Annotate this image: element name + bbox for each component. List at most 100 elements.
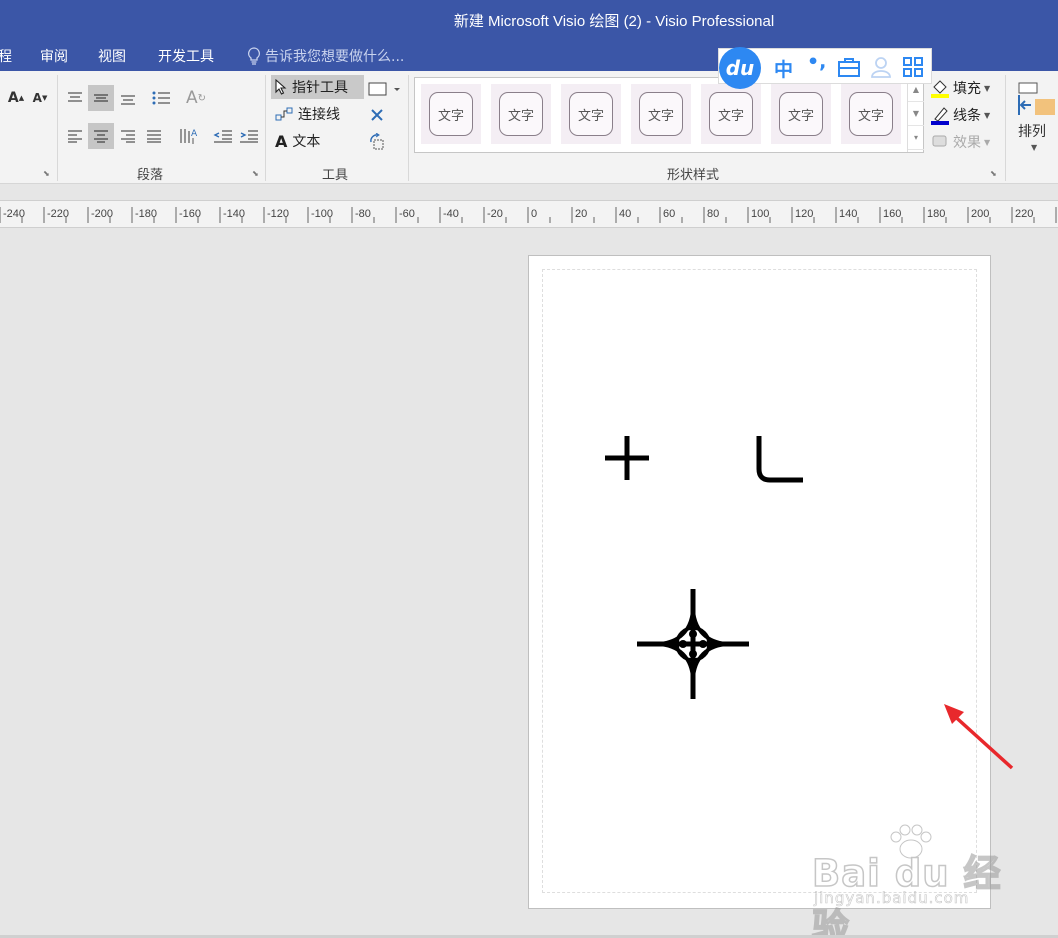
ruler-tick-label: -40 bbox=[443, 208, 459, 220]
ruler-tick-label: 220 bbox=[1015, 208, 1033, 220]
gallery-more-icon[interactable]: ▾ bbox=[908, 126, 924, 150]
align-right-icon[interactable] bbox=[116, 123, 140, 149]
align-left-icon[interactable] bbox=[63, 123, 87, 149]
watermark-url: jingyan.baidu.com bbox=[814, 889, 970, 908]
ruler-tick-label: 80 bbox=[707, 208, 719, 220]
arrange-label[interactable]: 排列 bbox=[1018, 121, 1046, 141]
separator bbox=[57, 75, 58, 181]
pen-icon bbox=[931, 107, 949, 125]
text-tool-label: 文本 bbox=[292, 134, 321, 150]
rectangle-shape-dropdown[interactable] bbox=[366, 79, 402, 99]
ruler-tick-label: -220 bbox=[47, 208, 69, 220]
cross-shape[interactable] bbox=[603, 434, 651, 482]
line-label: 线条 bbox=[953, 108, 981, 124]
text-direction-icon[interactable]: A ↻ bbox=[183, 85, 209, 111]
ruler-tick-label: 20 bbox=[575, 208, 587, 220]
menu-tab-developer[interactable]: 开发工具 bbox=[158, 46, 214, 66]
effects-button[interactable]: 效果 ▼ bbox=[930, 132, 990, 152]
connector-label: 连接线 bbox=[298, 107, 340, 123]
chinese-mode-icon[interactable]: 中 bbox=[774, 55, 793, 82]
shape-style-2[interactable]: 文字 bbox=[491, 84, 551, 144]
text-tool-button[interactable]: A 文本 bbox=[271, 129, 324, 153]
style-preview: 文字 bbox=[709, 92, 753, 136]
increase-indent-icon[interactable] bbox=[236, 123, 262, 149]
shape-styles-dialog-launcher[interactable]: ⬊ bbox=[990, 169, 997, 178]
group-label-paragraph: 段落 bbox=[137, 168, 164, 183]
ruler-tick-label: -240 bbox=[3, 208, 25, 220]
shape-style-7[interactable]: 文字 bbox=[841, 84, 901, 144]
gallery-scroll[interactable]: ▲ ▼ ▾ bbox=[907, 78, 924, 152]
page-margin-guide bbox=[542, 269, 977, 893]
user-icon[interactable] bbox=[871, 56, 891, 78]
baidu-watermark: Bai du 经验 jingyan.baidu.com bbox=[811, 823, 1002, 938]
style-preview: 文字 bbox=[849, 92, 893, 136]
gallery-down-icon[interactable]: ▼ bbox=[908, 102, 924, 126]
justify-icon[interactable] bbox=[142, 123, 166, 149]
shrink-font-icon[interactable]: A ▼ bbox=[30, 87, 50, 109]
align-top-icon[interactable] bbox=[63, 85, 87, 111]
decrease-indent-icon[interactable] bbox=[210, 123, 236, 149]
paint-bucket-icon bbox=[931, 80, 949, 98]
connector-icon bbox=[275, 107, 293, 121]
ruler-tick-label: -120 bbox=[267, 208, 289, 220]
separator bbox=[265, 75, 266, 181]
grow-font-icon[interactable]: A ▲ bbox=[6, 87, 26, 109]
ruler-tick-label: 40 bbox=[619, 208, 631, 220]
ruler-scale: -240 -220 -200 -180 -160 -140 -120 -100 -80 -60 -4… bbox=[0, 207, 1057, 223]
shape-style-6[interactable]: 文字 bbox=[771, 84, 831, 144]
shape-style-3[interactable]: 文字 bbox=[561, 84, 621, 144]
separator bbox=[1005, 75, 1006, 181]
pointer-tool-button[interactable]: 指针工具 bbox=[271, 75, 364, 99]
align-bottom-icon[interactable] bbox=[116, 85, 140, 111]
red-arrow bbox=[944, 704, 1014, 770]
grid-icon[interactable] bbox=[903, 57, 923, 77]
punctuation-icon[interactable]: •, bbox=[807, 51, 826, 73]
ruler-tick-label: -180 bbox=[135, 208, 157, 220]
menu-tab-process[interactable]: 程 bbox=[0, 46, 12, 66]
connector-button[interactable]: 连接线 bbox=[271, 102, 344, 126]
line-button[interactable]: 线条 ▼ bbox=[930, 105, 990, 125]
style-preview: 文字 bbox=[779, 92, 823, 136]
shape-style-4[interactable]: 文字 bbox=[631, 84, 691, 144]
menu-tab-review[interactable]: 审阅 bbox=[40, 46, 68, 66]
tell-me-text: 告诉我您想要做什么... bbox=[265, 49, 405, 65]
ruler-tick-label: -20 bbox=[487, 208, 503, 220]
group-label-tools: 工具 bbox=[322, 168, 349, 183]
align-center-icon[interactable] bbox=[88, 123, 114, 149]
horizontal-ruler[interactable]: -240 -220 -200 -180 -160 -140 -120 -100 -80 -60 -4… bbox=[0, 200, 1058, 228]
shape-style-5[interactable]: 文字 bbox=[701, 84, 761, 144]
effects-icon bbox=[932, 135, 947, 147]
ruler-tick-label: 120 bbox=[795, 208, 813, 220]
close-icon[interactable] bbox=[366, 105, 388, 125]
baidu-logo[interactable]: du bbox=[719, 47, 761, 89]
arrange-dropdown-icon[interactable]: ▼ bbox=[1031, 143, 1037, 152]
rotate-shape-icon[interactable] bbox=[366, 131, 388, 153]
paragraph-dialog-launcher[interactable]: ⬊ bbox=[252, 169, 259, 178]
shape-style-1[interactable]: 文字 bbox=[421, 84, 481, 144]
pointer-tool-label: 指针工具 bbox=[292, 80, 348, 96]
drawing-page[interactable] bbox=[528, 255, 991, 909]
shape-styles-gallery[interactable]: 文字 文字 文字 文字 文字 文字 文字 ▲ ▼ ▾ bbox=[414, 77, 924, 153]
interchange-shape[interactable] bbox=[636, 588, 750, 700]
menu-tab-view[interactable]: 视图 bbox=[98, 46, 126, 66]
line-spacing-icon[interactable]: A bbox=[176, 123, 200, 149]
text-a-icon: A bbox=[275, 131, 288, 151]
style-preview: 文字 bbox=[499, 92, 543, 136]
effects-label: 效果 bbox=[953, 135, 981, 151]
corner-shape[interactable] bbox=[752, 433, 806, 485]
toolbox-icon[interactable] bbox=[838, 57, 860, 77]
window-title: 新建 Microsoft Visio 绘图 (2) - Visio Profes… bbox=[453, 13, 775, 30]
tell-me-search[interactable]: 告诉我您想要做什么... bbox=[247, 46, 404, 66]
ruler-tick-label: -200 bbox=[91, 208, 113, 220]
ime-toolbar: du 中 •, bbox=[718, 47, 932, 89]
fill-button[interactable]: 填充 ▼ bbox=[930, 78, 990, 98]
ruler-tick-label: -100 bbox=[311, 208, 333, 220]
bullets-icon[interactable] bbox=[148, 85, 174, 111]
ruler-tick-label: 200 bbox=[971, 208, 989, 220]
arrange-icon[interactable] bbox=[1012, 77, 1058, 121]
title-bar: 新建 Microsoft Visio 绘图 (2) - Visio Profes… bbox=[0, 0, 1058, 38]
ruler-tick-label: 100 bbox=[751, 208, 769, 220]
align-middle-icon[interactable] bbox=[88, 85, 114, 111]
style-preview: 文字 bbox=[569, 92, 613, 136]
font-dialog-launcher[interactable]: ⬊ bbox=[43, 169, 50, 178]
